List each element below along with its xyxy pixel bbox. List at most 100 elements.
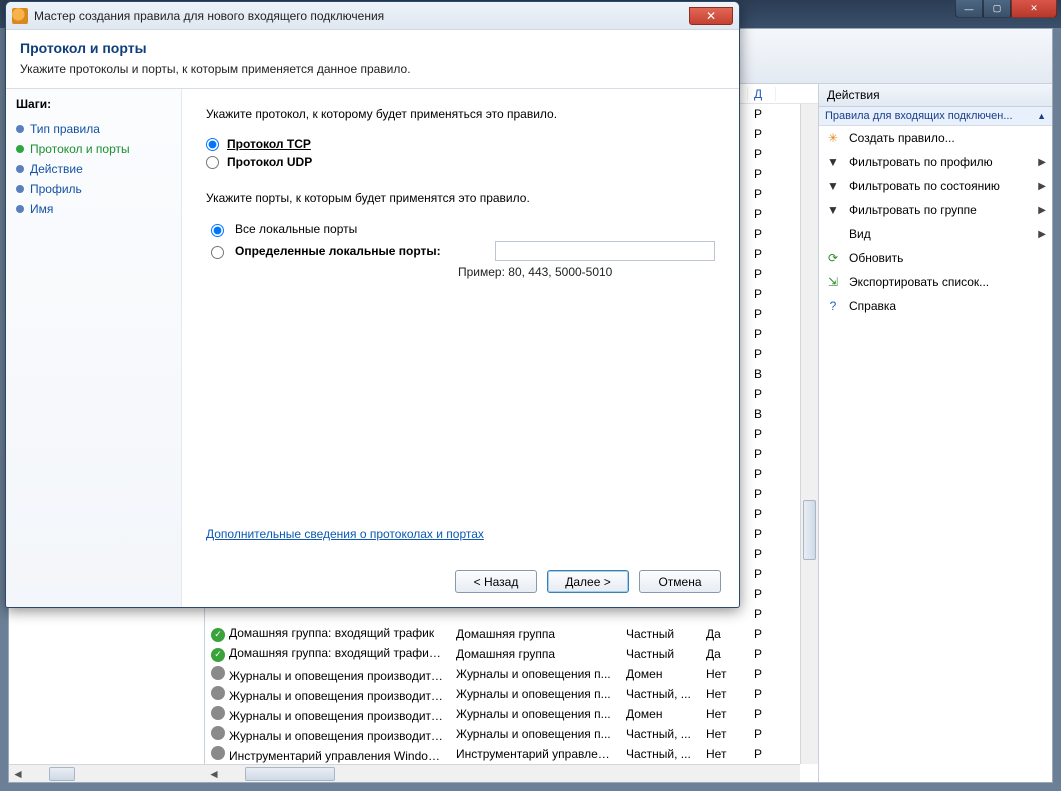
protocol-udp-radio[interactable] [206,156,219,169]
cell: Р [748,447,776,461]
cell: Р [748,147,776,161]
step-label: Тип правила [30,122,100,136]
action-label: Создать правило... [849,131,955,145]
action-item[interactable]: ⇲ Экспортировать список... [819,270,1052,294]
next-button[interactable]: Далее > [547,570,629,593]
wizard-titlebar: Мастер создания правила для нового входя… [6,2,739,30]
cell: Журналы и оповещения производител... [205,666,450,683]
cell: Р [748,487,776,501]
action-item[interactable]: ✳ Создать правило... [819,126,1052,150]
actions-section-label: Правила для входящих подключен... [825,110,1013,122]
protocol-tcp-radio[interactable] [206,138,219,151]
wizard-heading: Протокол и порты [20,40,725,56]
action-label: Фильтровать по профилю [849,155,993,169]
grid-vertical-scrollbar[interactable] [800,104,818,764]
protocol-tcp-label[interactable]: Протокол TCP [227,137,311,151]
specific-ports-radio[interactable] [211,246,224,259]
specific-ports-input[interactable] [495,241,715,261]
scroll-thumb[interactable] [245,767,335,781]
all-ports-row: Все локальные порты [206,221,715,237]
cell: Р [748,507,776,521]
action-item[interactable]: Вид ▶ [819,222,1052,246]
status-icon: ✓ [211,628,225,642]
table-row[interactable]: ✓Домашняя группа: входящий трафикДомашня… [205,624,800,644]
cell: Нет [700,747,748,761]
status-icon [211,746,225,760]
cell: Частный [620,647,700,661]
all-ports-radio[interactable] [211,224,224,237]
status-icon [211,726,225,740]
action-label: Справка [849,299,896,313]
action-item[interactable]: ▼Фильтровать по профилю▶ [819,150,1052,174]
wizard-close-button[interactable]: ✕ [689,7,733,25]
cell: ✓Домашняя группа: входящий трафик [205,626,450,642]
learn-more-link[interactable]: Дополнительные сведения о протоколах и п… [206,527,484,541]
step-label: Имя [30,202,53,216]
cell: Нет [700,727,748,741]
cell: Р [748,687,776,701]
table-row[interactable]: Журналы и оповещения производител...Журн… [205,704,800,724]
step-label: Действие [30,162,83,176]
status-icon [211,666,225,680]
cancel-button[interactable]: Отмена [639,570,721,593]
action-label: Фильтровать по группе [849,203,977,217]
all-ports-label[interactable]: Все локальные порты [235,222,357,236]
close-button[interactable]: ✕ [1011,0,1057,18]
cell: Р [748,427,776,441]
step-bullet-icon [16,185,24,193]
cell: Р [748,107,776,121]
cell: Частный, ... [620,687,700,701]
protocol-prompt: Укажите протокол, к которому будет приме… [206,107,715,121]
cell: Р [748,267,776,281]
scroll-left-icon[interactable]: ◄ [9,766,27,782]
action-label: Вид [849,227,871,241]
action-icon [825,226,841,242]
wizard-step[interactable]: Действие [16,159,171,179]
specific-ports-label[interactable]: Определенные локальные порты: [235,244,441,258]
grid-horizontal-scrollbar[interactable]: ◄ [205,764,800,782]
table-row[interactable]: Инструментарий управления Windows ...Инс… [205,744,800,764]
cell: Р [748,387,776,401]
cell: В [748,407,776,421]
scroll-thumb[interactable] [803,500,816,560]
maximize-button[interactable]: ▢ [983,0,1011,18]
back-button[interactable]: < Назад [455,570,537,593]
scroll-thumb[interactable] [49,767,75,781]
wizard-step[interactable]: Профиль [16,179,171,199]
cell: Р [748,207,776,221]
protocol-udp-label[interactable]: Протокол UDP [227,155,312,169]
cell: Р [748,647,776,661]
cell: Р [748,607,776,621]
action-item[interactable]: ⟳Обновить [819,246,1052,270]
wizard-header: Протокол и порты Укажите протоколы и пор… [6,30,739,89]
action-icon: ✳ [825,130,841,146]
action-label: Экспортировать список... [849,275,989,289]
col-action[interactable]: Д [748,87,776,101]
action-icon: ⇲ [825,274,841,290]
steps-caption: Шаги: [16,97,171,111]
minimize-button[interactable]: — [955,0,983,18]
table-row[interactable]: Журналы и оповещения производител...Журн… [205,664,800,684]
tree-horizontal-scrollbar[interactable]: ◄ [9,764,205,782]
table-row[interactable]: Журналы и оповещения производител...Журн… [205,684,800,704]
action-item[interactable]: ?Справка [819,294,1052,318]
cell: Журналы и оповещения производител... [205,706,450,723]
chevron-right-icon: ▶ [1038,229,1046,240]
cell: Р [748,707,776,721]
actions-section-title[interactable]: Правила для входящих подключен... ▲ [819,107,1052,126]
step-bullet-icon [16,125,24,133]
table-row[interactable]: ✓Домашняя группа: входящий трафик (...До… [205,644,800,664]
ports-example: Пример: 80, 443, 5000-5010 [458,265,715,279]
cell: Журналы и оповещения п... [450,707,620,721]
table-row[interactable]: Журналы и оповещения производител...Журн… [205,724,800,744]
step-bullet-icon [16,205,24,213]
action-item[interactable]: ▼Фильтровать по группе▶ [819,198,1052,222]
scroll-left-icon[interactable]: ◄ [205,767,223,781]
wizard-step[interactable]: Имя [16,199,171,219]
wizard-step[interactable]: Тип правила [16,119,171,139]
chevron-right-icon: ▶ [1038,157,1046,168]
action-item[interactable]: ▼Фильтровать по состоянию▶ [819,174,1052,198]
wizard-step[interactable]: Протокол и порты [16,139,171,159]
cell: Домен [620,667,700,681]
wizard-content: Укажите протокол, к которому будет приме… [182,89,739,607]
